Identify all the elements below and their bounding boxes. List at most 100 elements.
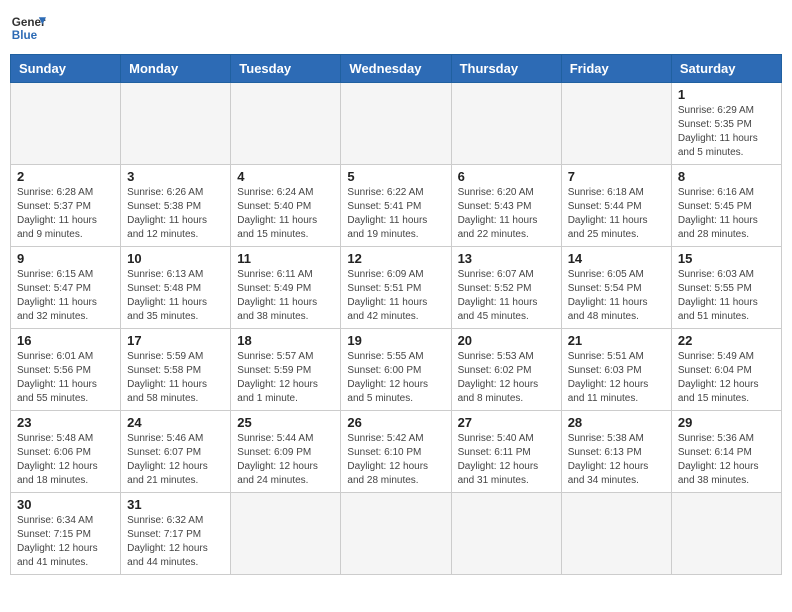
day-cell-4: 4 Sunrise: 6:24 AM Sunset: 5:40 PM Daylig… (231, 165, 341, 247)
day-info: Sunrise: 6:07 AM Sunset: 5:52 PM Dayligh… (458, 268, 555, 324)
empty-day-cell (561, 83, 671, 165)
day-cell-29: 29 Sunrise: 5:36 AM Sunset: 6:14 PM Dayli… (671, 411, 781, 493)
generalblue-logo-icon: General Blue (10, 10, 46, 46)
day-info: Sunrise: 6:16 AM Sunset: 5:45 PM Dayligh… (678, 186, 775, 242)
calendar-week-row-3: 16 Sunrise: 6:01 AM Sunset: 5:56 PM Dayli… (11, 329, 782, 411)
empty-day-cell (121, 83, 231, 165)
day-info: Sunrise: 5:46 AM Sunset: 6:07 PM Dayligh… (127, 432, 224, 488)
day-info: Sunrise: 6:22 AM Sunset: 5:41 PM Dayligh… (347, 186, 444, 242)
day-number: 14 (568, 251, 665, 266)
day-number: 2 (17, 169, 114, 184)
empty-day-cell (451, 493, 561, 575)
day-cell-11: 11 Sunrise: 6:11 AM Sunset: 5:49 PM Dayli… (231, 247, 341, 329)
day-number: 15 (678, 251, 775, 266)
day-cell-1: 1 Sunrise: 6:29 AM Sunset: 5:35 PM Daylig… (671, 83, 781, 165)
day-cell-17: 17Sunrise: 5:59 AM Sunset: 5:58 PM Dayli… (121, 329, 231, 411)
day-number: 19 (347, 333, 444, 348)
day-info: Sunrise: 5:59 AM Sunset: 5:58 PM Dayligh… (127, 350, 224, 406)
day-number: 6 (458, 169, 555, 184)
day-cell-3: 3 Sunrise: 6:26 AM Sunset: 5:38 PM Daylig… (121, 165, 231, 247)
day-number: 24 (127, 415, 224, 430)
day-number: 20 (458, 333, 555, 348)
day-cell-14: 14 Sunrise: 6:05 AM Sunset: 5:54 PM Dayli… (561, 247, 671, 329)
day-cell-23: 23 Sunrise: 5:48 AM Sunset: 6:06 PM Dayli… (11, 411, 121, 493)
day-cell-2: 2 Sunrise: 6:28 AM Sunset: 5:37 PM Daylig… (11, 165, 121, 247)
day-cell-12: 12Sunrise: 6:09 AM Sunset: 5:51 PM Dayli… (341, 247, 451, 329)
empty-day-cell (561, 493, 671, 575)
day-number: 22 (678, 333, 775, 348)
day-number: 1 (678, 87, 775, 102)
day-info: Sunrise: 6:18 AM Sunset: 5:44 PM Dayligh… (568, 186, 665, 242)
calendar-week-row-4: 23 Sunrise: 5:48 AM Sunset: 6:06 PM Dayli… (11, 411, 782, 493)
day-info: Sunrise: 5:44 AM Sunset: 6:09 PM Dayligh… (237, 432, 334, 488)
day-cell-27: 27Sunrise: 5:40 AM Sunset: 6:11 PM Dayli… (451, 411, 561, 493)
empty-day-cell (231, 493, 341, 575)
day-cell-13: 13 Sunrise: 6:07 AM Sunset: 5:52 PM Dayli… (451, 247, 561, 329)
day-number: 21 (568, 333, 665, 348)
day-cell-25: 25Sunrise: 5:44 AM Sunset: 6:09 PM Dayli… (231, 411, 341, 493)
day-info: Sunrise: 5:49 AM Sunset: 6:04 PM Dayligh… (678, 350, 775, 406)
day-info: Sunrise: 5:40 AM Sunset: 6:11 PM Dayligh… (458, 432, 555, 488)
day-info: Sunrise: 6:34 AM Sunset: 7:15 PM Dayligh… (17, 514, 114, 570)
day-number: 11 (237, 251, 334, 266)
weekday-header-friday: Friday (561, 55, 671, 83)
day-number: 29 (678, 415, 775, 430)
day-number: 13 (458, 251, 555, 266)
day-cell-22: 22 Sunrise: 5:49 AM Sunset: 6:04 PM Dayli… (671, 329, 781, 411)
day-info: Sunrise: 6:15 AM Sunset: 5:47 PM Dayligh… (17, 268, 114, 324)
day-info: Sunrise: 5:42 AM Sunset: 6:10 PM Dayligh… (347, 432, 444, 488)
day-cell-7: 7Sunrise: 6:18 AM Sunset: 5:44 PM Daylig… (561, 165, 671, 247)
weekday-header-saturday: Saturday (671, 55, 781, 83)
day-number: 31 (127, 497, 224, 512)
day-number: 16 (17, 333, 114, 348)
day-number: 4 (237, 169, 334, 184)
day-number: 30 (17, 497, 114, 512)
day-cell-6: 6 Sunrise: 6:20 AM Sunset: 5:43 PM Daylig… (451, 165, 561, 247)
weekday-header-wednesday: Wednesday (341, 55, 451, 83)
day-info: Sunrise: 6:11 AM Sunset: 5:49 PM Dayligh… (237, 268, 334, 324)
day-info: Sunrise: 5:38 AM Sunset: 6:13 PM Dayligh… (568, 432, 665, 488)
day-cell-5: 5 Sunrise: 6:22 AM Sunset: 5:41 PM Daylig… (341, 165, 451, 247)
day-info: Sunrise: 6:13 AM Sunset: 5:48 PM Dayligh… (127, 268, 224, 324)
day-number: 3 (127, 169, 224, 184)
day-cell-31: 31Sunrise: 6:32 AM Sunset: 7:17 PM Dayli… (121, 493, 231, 575)
day-cell-15: 15 Sunrise: 6:03 AM Sunset: 5:55 PM Dayli… (671, 247, 781, 329)
day-number: 18 (237, 333, 334, 348)
empty-day-cell (11, 83, 121, 165)
day-cell-19: 19 Sunrise: 5:55 AM Sunset: 6:00 PM Dayli… (341, 329, 451, 411)
calendar-week-row-1: 2 Sunrise: 6:28 AM Sunset: 5:37 PM Daylig… (11, 165, 782, 247)
day-info: Sunrise: 5:51 AM Sunset: 6:03 PM Dayligh… (568, 350, 665, 406)
day-cell-21: 21 Sunrise: 5:51 AM Sunset: 6:03 PM Dayli… (561, 329, 671, 411)
day-info: Sunrise: 6:29 AM Sunset: 5:35 PM Dayligh… (678, 104, 775, 160)
calendar-week-row-5: 30 Sunrise: 6:34 AM Sunset: 7:15 PM Dayli… (11, 493, 782, 575)
day-number: 23 (17, 415, 114, 430)
day-cell-8: 8 Sunrise: 6:16 AM Sunset: 5:45 PM Daylig… (671, 165, 781, 247)
day-info: Sunrise: 6:24 AM Sunset: 5:40 PM Dayligh… (237, 186, 334, 242)
day-info: Sunrise: 5:57 AM Sunset: 5:59 PM Dayligh… (237, 350, 334, 406)
day-info: Sunrise: 6:05 AM Sunset: 5:54 PM Dayligh… (568, 268, 665, 324)
day-info: Sunrise: 5:36 AM Sunset: 6:14 PM Dayligh… (678, 432, 775, 488)
day-info: Sunrise: 6:01 AM Sunset: 5:56 PM Dayligh… (17, 350, 114, 406)
weekday-header-sunday: Sunday (11, 55, 121, 83)
day-number: 8 (678, 169, 775, 184)
day-number: 10 (127, 251, 224, 266)
empty-day-cell (671, 493, 781, 575)
day-info: Sunrise: 6:20 AM Sunset: 5:43 PM Dayligh… (458, 186, 555, 242)
day-info: Sunrise: 6:28 AM Sunset: 5:37 PM Dayligh… (17, 186, 114, 242)
day-info: Sunrise: 5:55 AM Sunset: 6:00 PM Dayligh… (347, 350, 444, 406)
day-number: 5 (347, 169, 444, 184)
calendar-week-row-0: 1 Sunrise: 6:29 AM Sunset: 5:35 PM Daylig… (11, 83, 782, 165)
weekday-header-tuesday: Tuesday (231, 55, 341, 83)
page-header: General Blue (10, 10, 782, 46)
day-info: Sunrise: 5:48 AM Sunset: 6:06 PM Dayligh… (17, 432, 114, 488)
day-info: Sunrise: 5:53 AM Sunset: 6:02 PM Dayligh… (458, 350, 555, 406)
day-cell-28: 28Sunrise: 5:38 AM Sunset: 6:13 PM Dayli… (561, 411, 671, 493)
day-cell-16: 16 Sunrise: 6:01 AM Sunset: 5:56 PM Dayli… (11, 329, 121, 411)
calendar-week-row-2: 9Sunrise: 6:15 AM Sunset: 5:47 PM Daylig… (11, 247, 782, 329)
day-number: 12 (347, 251, 444, 266)
weekday-header-monday: Monday (121, 55, 231, 83)
empty-day-cell (341, 83, 451, 165)
day-info: Sunrise: 6:03 AM Sunset: 5:55 PM Dayligh… (678, 268, 775, 324)
logo: General Blue (10, 10, 46, 46)
day-info: Sunrise: 6:26 AM Sunset: 5:38 PM Dayligh… (127, 186, 224, 242)
